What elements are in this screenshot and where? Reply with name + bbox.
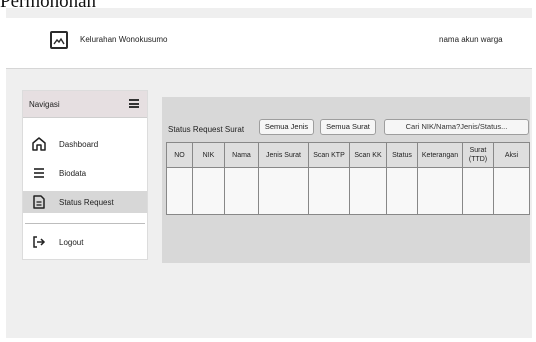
brand-name: Kelurahan Wonokusumo	[80, 35, 168, 44]
sidebar-item-logout[interactable]: Logout	[23, 231, 147, 253]
sidebar-header: Navigasi	[23, 91, 147, 118]
image-icon	[50, 31, 68, 49]
sidebar: Navigasi Dashboard Biodata Status Reques…	[22, 90, 148, 260]
table-cell	[258, 167, 309, 215]
sidebar-title: Navigasi	[29, 100, 60, 109]
logout-icon	[33, 236, 46, 248]
document-icon	[33, 195, 45, 209]
top-header: Kelurahan Wonokusumo nama akun warga	[6, 18, 532, 69]
sidebar-item-label: Logout	[59, 238, 84, 247]
sidebar-item-biodata[interactable]: Biodata	[23, 162, 147, 184]
hamburger-menu-icon[interactable]	[129, 99, 139, 108]
home-icon	[32, 137, 46, 151]
page-title: Status Request Surat	[168, 125, 245, 134]
sidebar-item-dashboard[interactable]: Dashboard	[23, 133, 147, 155]
column-header-nama: Nama	[224, 142, 259, 168]
column-header-status: Status	[386, 142, 418, 168]
column-header-no: NO	[166, 142, 193, 168]
sidebar-item-status-request[interactable]: Status Request	[23, 191, 147, 213]
table-cell	[349, 167, 387, 215]
sidebar-divider	[25, 223, 145, 224]
column-header-surat-ttd: Surat (TTD)	[462, 142, 494, 168]
column-header-nik: NIK	[192, 142, 225, 168]
filter-surat-button[interactable]: Semua Surat	[320, 119, 376, 135]
request-table: NO NIK Nama Jenis Surat Scan KTP Scan KK…	[166, 142, 530, 215]
table-cell	[417, 167, 463, 215]
column-header-aksi: Aksi	[493, 142, 530, 168]
column-header-keterangan: Keterangan	[417, 142, 463, 168]
search-input[interactable]: Cari NIK/Nama?Jenis/Status...	[384, 119, 529, 135]
sidebar-item-label: Status Request	[59, 198, 114, 207]
table-cell	[192, 167, 225, 215]
sidebar-item-label: Biodata	[59, 169, 87, 178]
column-header-jenis-surat: Jenis Surat	[258, 142, 309, 168]
main-content: Status Request Surat Semua Jenis Semua S…	[162, 97, 530, 263]
table-cell	[308, 167, 350, 215]
table-cell	[462, 167, 494, 215]
table-row	[166, 167, 530, 215]
filter-jenis-button[interactable]: Semua Jenis	[259, 119, 314, 135]
table-cell	[166, 167, 193, 215]
account-name[interactable]: nama akun warga	[439, 35, 503, 44]
column-header-scan-kk: Scan KK	[349, 142, 387, 168]
table-header-row: NO NIK Nama Jenis Surat Scan KTP Scan KK…	[166, 142, 530, 168]
table-cell	[493, 167, 530, 215]
sidebar-item-label: Dashboard	[59, 140, 99, 149]
column-header-scan-ktp: Scan KTP	[308, 142, 350, 168]
table-cell	[386, 167, 418, 215]
list-icon	[34, 168, 44, 178]
table-cell	[224, 167, 259, 215]
